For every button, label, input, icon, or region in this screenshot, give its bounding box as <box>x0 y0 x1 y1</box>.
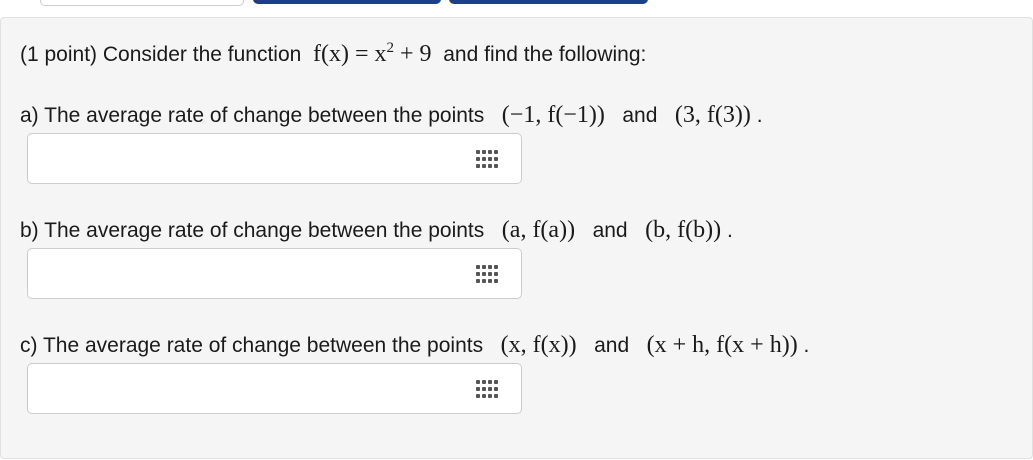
answer-input-c[interactable] <box>27 363 522 414</box>
keyboard-grid-icon[interactable] <box>475 149 499 169</box>
part-b-point1: (a, f(a)) <box>501 217 576 243</box>
answer-input-a[interactable] <box>27 133 522 184</box>
tab-inactive[interactable] <box>40 0 244 6</box>
part-c-point2: (x + h, f(x + h)) <box>646 332 798 358</box>
part-c-prompt: c) The average rate of change between th… <box>20 332 810 358</box>
problem-statement: (1 point) Consider the function f(x) = x… <box>20 40 646 68</box>
part-a-prompt: a) The average rate of change between th… <box>20 102 763 128</box>
part-c-point1: (x, f(x)) <box>500 332 577 358</box>
intro-text: (1 point) Consider the function <box>20 43 302 66</box>
answer-input-b[interactable] <box>27 248 522 299</box>
function-expression: f(x) = x2 + 9 <box>313 40 432 67</box>
part-a-point2: (3, f(3)) <box>674 102 751 128</box>
problem-panel: (1 point) Consider the function f(x) = x… <box>0 17 1033 459</box>
part-b-point2: (b, f(b)) <box>645 217 722 243</box>
intro-end-text: and find the following: <box>443 43 647 66</box>
part-b-prompt: b) The average rate of change between th… <box>20 217 733 243</box>
part-a-point1: (−1, f(−1)) <box>501 102 605 128</box>
keyboard-grid-icon[interactable] <box>475 379 499 399</box>
tab-button-1[interactable] <box>253 0 441 4</box>
tab-button-2[interactable] <box>449 0 648 4</box>
keyboard-grid-icon[interactable] <box>475 264 499 284</box>
